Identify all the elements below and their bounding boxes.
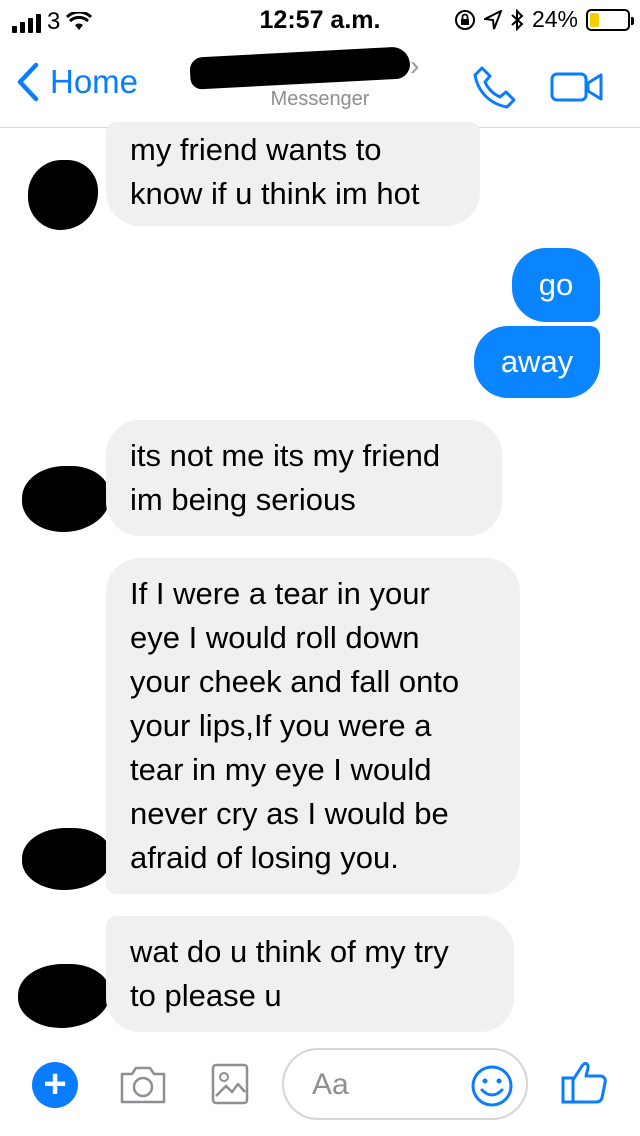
composer-bar: + Aa [0,1040,640,1136]
message-bubble[interactable]: go [512,248,600,322]
message-line: tear in my eye I would [130,752,432,787]
message-line: If I were a tear in your [130,576,430,611]
message-bubble[interactable]: its not me its my friend im being seriou… [106,420,502,536]
battery-percent: 24% [531,6,578,32]
message-bubble[interactable]: away [474,326,600,398]
contact-chevron-icon[interactable]: › [410,50,419,82]
avatar [22,466,110,532]
nav-bar: Home › Messenger [0,40,640,128]
message-bubble[interactable]: wat do u think of my try to please u [106,916,514,1032]
thumbs-up-icon[interactable] [560,1058,608,1106]
camera-icon[interactable] [118,1064,168,1106]
message-line: to please u [130,978,282,1013]
image-icon[interactable] [210,1062,250,1106]
message-line: wat do u think of my try [130,934,449,969]
location-icon [483,9,502,29]
message-line: away [500,344,574,379]
video-icon[interactable] [550,70,604,104]
message-line: its not me its my friend [130,438,441,473]
status-right: 24% [454,6,634,33]
status-bar: 3 12:57 a.m. 24% [0,0,640,40]
message-line: never cry as I would be [130,796,449,831]
lock-rotation-icon [454,9,475,30]
message-line: your lips,If you were a [130,708,432,743]
phone-icon[interactable] [472,64,518,110]
message-line: go [538,267,574,302]
battery-level [590,12,599,27]
message-bubble[interactable]: my friend wants to know if u think im ho… [106,122,480,226]
message-line: im being serious [130,482,356,517]
bluetooth-icon [511,8,524,31]
nav-subtitle: Messenger [270,88,370,110]
avatar [22,828,112,890]
avatar [18,964,110,1028]
message-line: afraid of losing you. [130,840,399,875]
emoji-icon[interactable] [470,1064,514,1108]
message-bubble[interactable]: If I were a tear in your eye I would rol… [106,558,520,894]
battery-icon [586,8,634,31]
avatar [28,160,98,230]
message-line: know if u think im hot [130,176,420,211]
message-input[interactable]: Aa [282,1048,528,1120]
message-input-placeholder: Aa [312,1068,349,1101]
plus-icon[interactable]: + [32,1062,78,1108]
message-line: your cheek and fall onto [130,664,460,699]
message-line: my friend wants to [130,132,382,167]
message-line: eye I would roll down [130,620,420,655]
contact-name-redacted[interactable] [189,46,411,90]
